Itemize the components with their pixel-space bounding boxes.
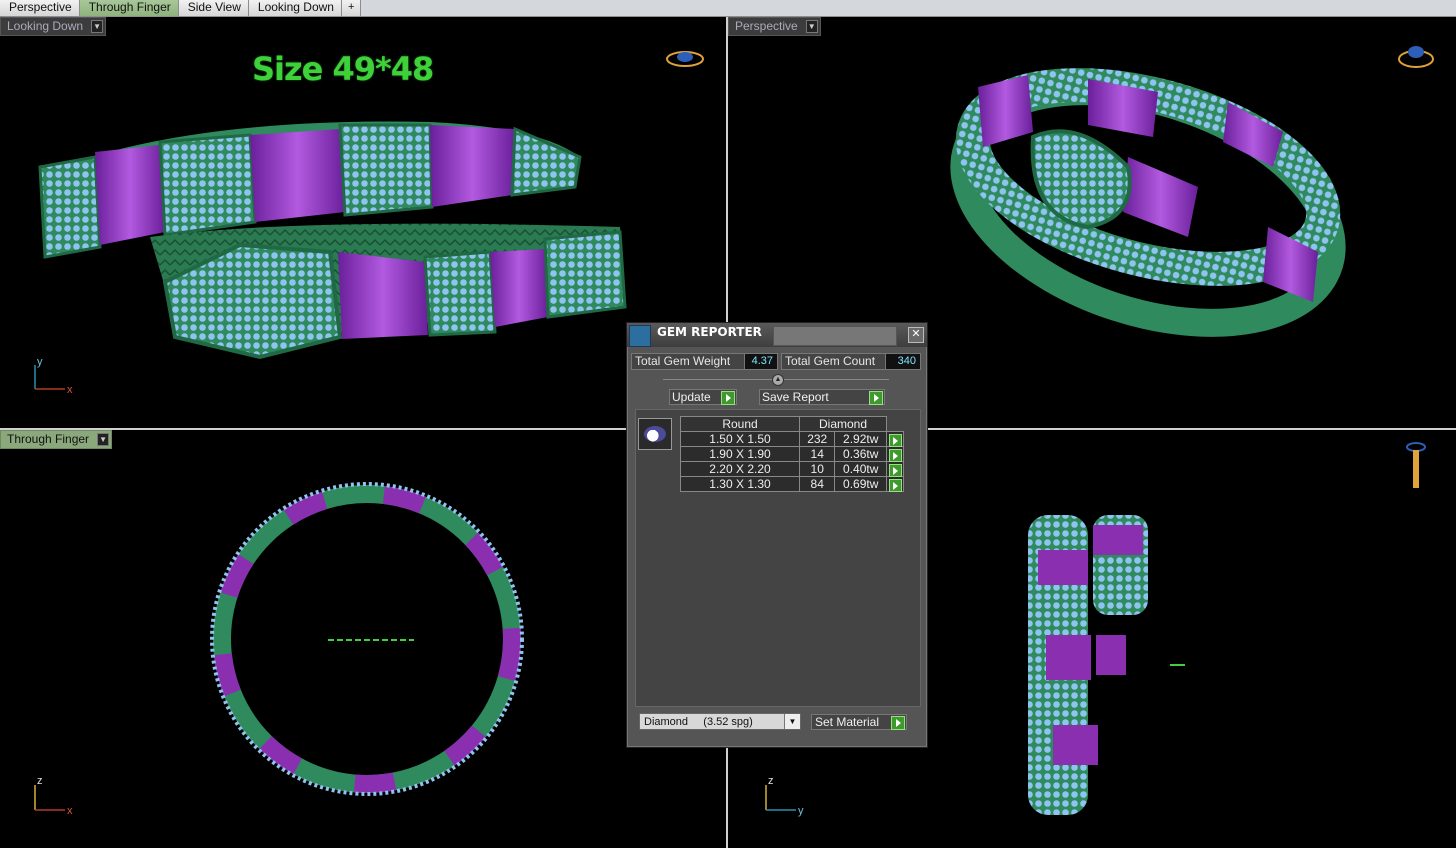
gem-count: 84 xyxy=(798,476,836,492)
total-gem-count-value: 340 xyxy=(885,353,921,370)
gem-weight: 0.40tw xyxy=(834,461,887,477)
select-row-button[interactable] xyxy=(886,461,904,477)
axis-label: x xyxy=(67,384,73,396)
update-button[interactable]: Update xyxy=(669,389,737,405)
axis-label: z xyxy=(768,775,774,787)
save-report-button[interactable]: Save Report xyxy=(759,389,885,405)
select-row-button[interactable] xyxy=(886,431,904,447)
gem-weight: 0.36tw xyxy=(834,446,887,462)
gem-table: Round Diamond 1.50 X 1.50 232 2.92tw 1.9… xyxy=(680,416,904,492)
round-gem-icon xyxy=(638,418,672,450)
dialog-title: GEM REPORTER xyxy=(657,325,762,339)
gem-count: 10 xyxy=(798,461,836,477)
gem-weight: 2.92tw xyxy=(834,431,887,447)
column-header-shape: Round xyxy=(680,416,800,432)
view-cube-ring-icon xyxy=(1406,442,1426,488)
material-select[interactable]: Diamond (3.52 spg) ▼ xyxy=(639,713,801,730)
total-gem-count-label: Total Gem Count xyxy=(781,353,887,370)
save-report-button-label: Save Report xyxy=(762,390,829,404)
axis-label: z xyxy=(37,775,43,787)
axis-gizmo: y x xyxy=(34,356,73,396)
table-row[interactable]: 1.30 X 1.30 84 0.69tw xyxy=(680,476,904,492)
axis-label: x xyxy=(67,805,73,817)
select-row-button[interactable] xyxy=(886,476,904,492)
title-drag-area[interactable] xyxy=(773,326,897,346)
axis-gizmo: z y xyxy=(765,775,804,817)
play-arrow-icon xyxy=(869,391,883,405)
gem-count: 232 xyxy=(798,431,836,447)
gem-weight: 0.69tw xyxy=(834,476,887,492)
collapse-arrow-icon[interactable]: ▲ xyxy=(772,374,784,386)
dialog-title-bar[interactable]: GEM REPORTER ✕ xyxy=(627,323,927,347)
tab-perspective[interactable]: Perspective xyxy=(0,0,80,16)
view-cube-ring-icon xyxy=(666,51,704,67)
total-gem-weight-label: Total Gem Weight xyxy=(631,353,745,370)
update-button-label: Update xyxy=(672,390,711,404)
tab-looking-down[interactable]: Looking Down xyxy=(248,0,342,16)
gem-size: 2.20 X 2.20 xyxy=(680,461,800,477)
gem-size: 1.50 X 1.50 xyxy=(680,431,800,447)
ring-model-top: y x xyxy=(34,51,704,396)
set-material-button[interactable]: Set Material xyxy=(811,714,907,730)
column-header-material: Diamond xyxy=(799,416,887,432)
view-cube-ring-icon xyxy=(1398,46,1434,68)
close-icon[interactable]: ✕ xyxy=(908,327,924,343)
axis-label: y xyxy=(798,805,804,817)
gem-size: 1.30 X 1.30 xyxy=(680,476,800,492)
ring-model-through-finger: z x xyxy=(34,482,524,817)
play-arrow-icon xyxy=(891,716,905,730)
view-tab-bar: Perspective Through Finger Side View Loo… xyxy=(0,0,1456,17)
gem-reporter-icon xyxy=(629,325,651,347)
table-row[interactable]: 1.90 X 1.90 14 0.36tw xyxy=(680,446,904,462)
gem-list-panel: Round Diamond 1.50 X 1.50 232 2.92tw 1.9… xyxy=(635,409,921,707)
material-select-value: Diamond (3.52 spg) xyxy=(644,716,753,728)
viewport-through-finger[interactable]: Through Finger ▼ z x xyxy=(0,430,726,848)
tab-through-finger[interactable]: Through Finger xyxy=(79,0,179,16)
add-tab-button[interactable]: + xyxy=(341,0,362,16)
axis-gizmo: z x xyxy=(34,775,73,817)
gem-reporter-dialog: GEM REPORTER ✕ Total Gem Weight 4.37 Tot… xyxy=(626,322,928,748)
set-material-button-label: Set Material xyxy=(815,715,880,729)
gem-size: 1.90 X 1.90 xyxy=(680,446,800,462)
chevron-down-icon[interactable]: ▼ xyxy=(784,714,800,729)
tab-side-view[interactable]: Side View xyxy=(178,0,249,16)
table-row[interactable]: 2.20 X 2.20 10 0.40tw xyxy=(680,461,904,477)
play-arrow-icon xyxy=(721,391,735,405)
total-gem-weight-value: 4.37 xyxy=(744,353,778,370)
viewport-looking-down[interactable]: Looking Down ▼ Size 49*48 y x xyxy=(0,17,726,428)
table-row[interactable]: 1.50 X 1.50 232 2.92tw xyxy=(680,431,904,447)
gem-count: 14 xyxy=(798,446,836,462)
axis-label: y xyxy=(37,356,43,368)
select-row-button[interactable] xyxy=(886,446,904,462)
